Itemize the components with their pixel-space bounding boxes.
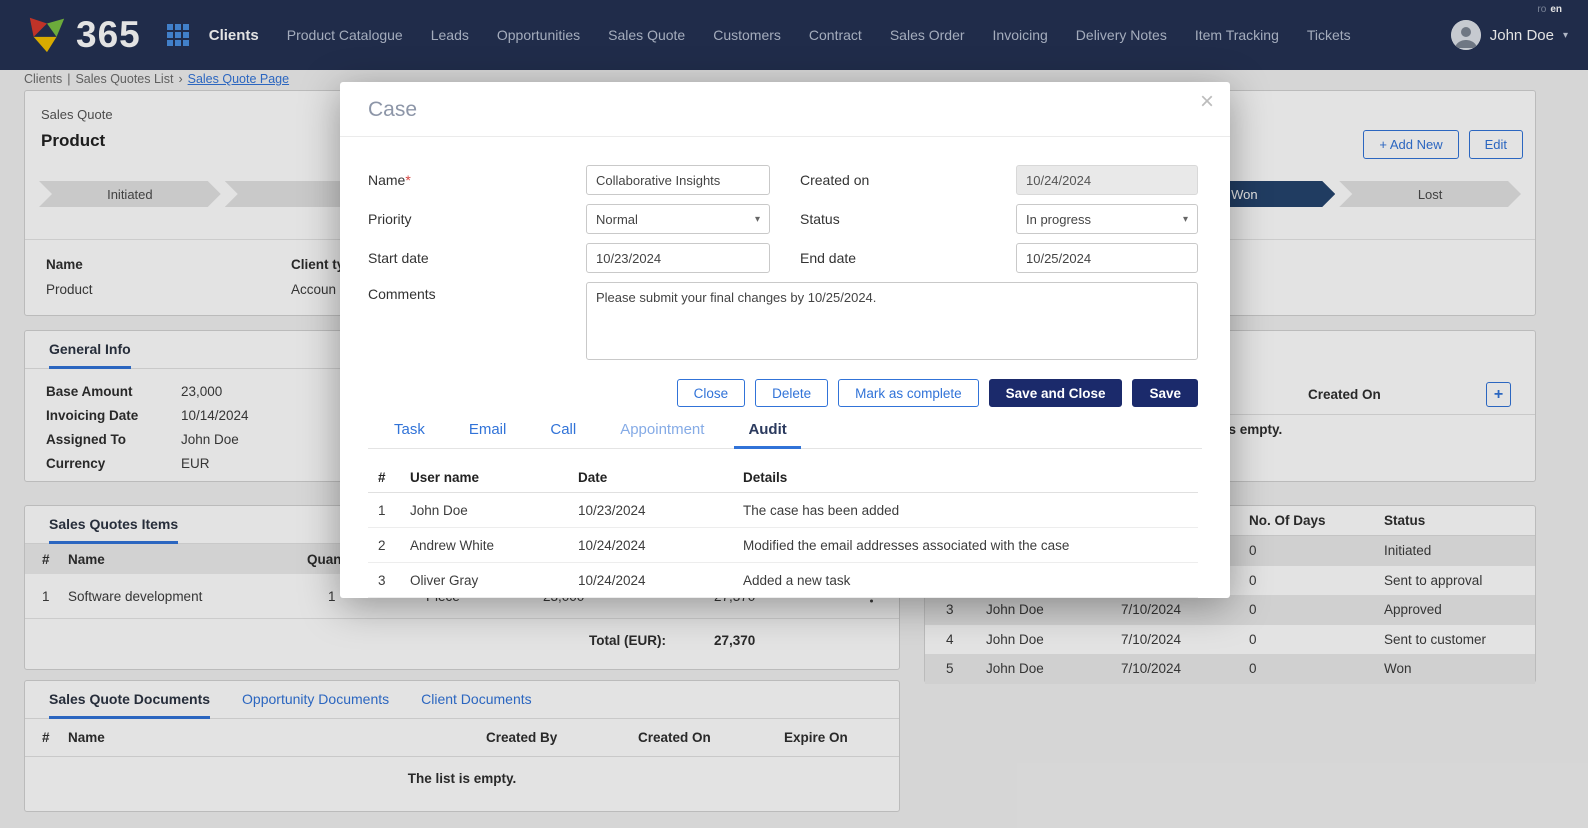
required-asterisk: * [405,172,410,188]
priority-label: Priority [368,204,586,234]
cell-date: 10/24/2024 [578,573,743,588]
col-details: Details [743,470,1198,485]
save-button[interactable]: Save [1132,379,1198,407]
close-button[interactable]: Close [677,379,746,407]
col-date: Date [578,470,743,485]
tab-appointment[interactable]: Appointment [606,415,718,449]
name-label: Name* [368,165,586,195]
tab-audit[interactable]: Audit [734,415,800,449]
cell-user-name: Andrew White [410,538,578,553]
comments-field[interactable]: Please submit your final changes by 10/2… [586,282,1198,360]
table-row: 3 Oliver Gray 10/24/2024 Added a new tas… [368,563,1198,598]
name-field[interactable] [586,165,770,195]
close-icon[interactable]: × [1200,90,1214,114]
priority-value: Normal [596,212,638,227]
status-label: Status [770,204,1016,234]
modal-buttons: Close Delete Mark as complete Save and C… [340,379,1198,407]
cell-details: Added a new task [743,573,1198,588]
save-and-close-button[interactable]: Save and Close [989,379,1123,407]
cell-date: 10/24/2024 [578,538,743,553]
cell-details: Modified the email addresses associated … [743,538,1198,553]
col-user-name: User name [410,470,578,485]
table-row: 1 John Doe 10/23/2024 The case has been … [368,493,1198,528]
chevron-down-icon: ▾ [1183,214,1188,225]
case-modal: Case × Name* Created on Priority Normal … [340,82,1230,598]
case-form: Name* Created on Priority Normal ▾ Statu… [368,165,1198,360]
end-date-field[interactable] [1016,243,1198,273]
cell-num: 3 [368,573,410,588]
cell-date: 10/23/2024 [578,503,743,518]
cell-num: 1 [368,503,410,518]
cell-num: 2 [368,538,410,553]
mark-as-complete-button[interactable]: Mark as complete [838,379,979,407]
col-num: # [368,470,410,485]
comments-label: Comments [368,282,586,360]
audit-table: # User name Date Details 1 John Doe 10/2… [368,463,1198,598]
table-row: 2 Andrew White 10/24/2024 Modified the e… [368,528,1198,563]
cell-user-name: John Doe [410,503,578,518]
modal-tabs: Task Email Call Appointment Audit [368,415,1202,449]
cell-user-name: Oliver Gray [410,573,578,588]
screen: 365 Clients Product Catalogue Leads Oppo… [0,0,1588,828]
audit-table-header: # User name Date Details [368,463,1198,493]
delete-button[interactable]: Delete [755,379,828,407]
tab-task[interactable]: Task [380,415,439,449]
tab-call[interactable]: Call [536,415,590,449]
created-on-field [1016,165,1198,195]
cell-details: The case has been added [743,503,1198,518]
end-date-label: End date [770,243,1016,273]
status-value: In progress [1026,212,1091,227]
modal-title: Case [340,82,1230,137]
start-date-field[interactable] [586,243,770,273]
start-date-label: Start date [368,243,586,273]
priority-select[interactable]: Normal ▾ [586,204,770,234]
tab-email[interactable]: Email [455,415,521,449]
chevron-down-icon: ▾ [755,214,760,225]
created-on-label: Created on [770,165,1016,195]
status-select[interactable]: In progress ▾ [1016,204,1198,234]
